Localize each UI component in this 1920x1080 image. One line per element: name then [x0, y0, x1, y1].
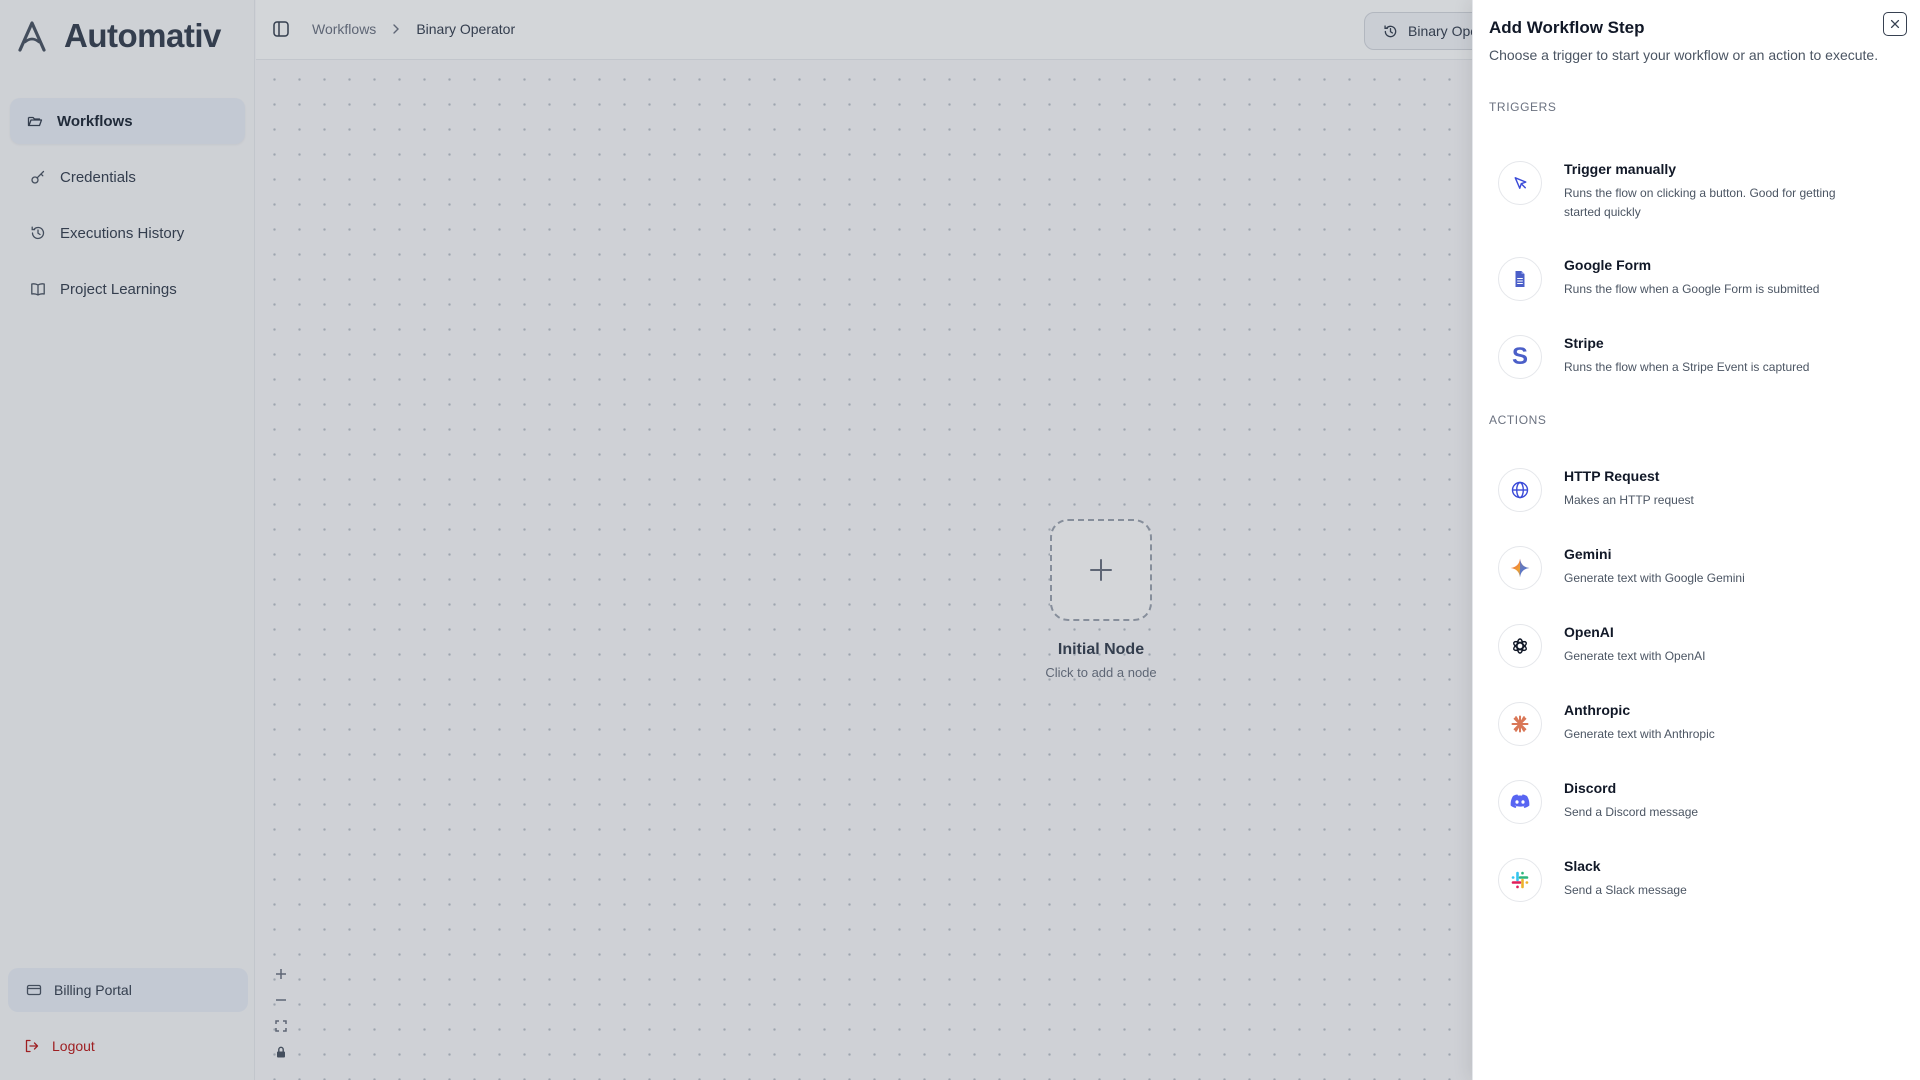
- item-title: HTTP Request: [1564, 468, 1660, 484]
- http-request-item[interactable]: HTTP Request Makes an HTTP request: [1486, 454, 1910, 526]
- discord-icon: [1498, 780, 1542, 824]
- item-description: Generate text with Google Gemini: [1564, 571, 1745, 585]
- anthropic-icon: [1498, 702, 1542, 746]
- item-title: Stripe: [1564, 335, 1604, 351]
- stripe-item[interactable]: S Stripe Runs the flow when a Stripe Eve…: [1486, 321, 1910, 393]
- discord-item[interactable]: Discord Send a Discord message: [1486, 766, 1910, 838]
- item-description: Makes an HTTP request: [1564, 493, 1694, 507]
- anthropic-item[interactable]: Anthropic Generate text with Anthropic: [1486, 688, 1910, 760]
- close-panel-button[interactable]: [1883, 12, 1907, 36]
- panel-title: Add Workflow Step: [1489, 18, 1645, 37]
- actions-list: HTTP Request Makes an HTTP request Gemin…: [1486, 454, 1910, 922]
- openai-icon: [1498, 624, 1542, 668]
- item-description: Runs the flow on clicking a button. Good…: [1564, 186, 1836, 219]
- gemini-icon: [1498, 546, 1542, 590]
- item-description: Runs the flow when a Google Form is subm…: [1564, 282, 1820, 296]
- google-form-item[interactable]: Google Form Runs the flow when a Google …: [1486, 243, 1910, 315]
- slack-icon: [1498, 858, 1542, 902]
- cursor-icon: [1498, 161, 1542, 205]
- item-title: Google Form: [1564, 257, 1652, 273]
- openai-item[interactable]: OpenAI Generate text with OpenAI: [1486, 610, 1910, 682]
- modal-overlay[interactable]: [0, 0, 1472, 1080]
- add-workflow-step-panel: Add Workflow Step Choose a trigger to st…: [1472, 0, 1920, 1080]
- item-description: Generate text with Anthropic: [1564, 727, 1715, 741]
- stripe-icon: S: [1498, 335, 1542, 379]
- item-description: Send a Discord message: [1564, 805, 1699, 819]
- item-title: Trigger manually: [1564, 161, 1677, 177]
- item-title: OpenAI: [1564, 624, 1614, 640]
- trigger-manually-item[interactable]: Trigger manually Runs the flow on clicki…: [1486, 147, 1910, 237]
- actions-heading: ACTIONS: [1489, 413, 1547, 427]
- item-description: Send a Slack message: [1564, 883, 1687, 897]
- google-form-icon: [1498, 257, 1542, 301]
- item-title: Discord: [1564, 780, 1617, 796]
- gemini-item[interactable]: Gemini Generate text with Google Gemini: [1486, 532, 1910, 604]
- close-icon: [1890, 19, 1900, 29]
- item-title: Anthropic: [1564, 702, 1631, 718]
- item-title: Gemini: [1564, 546, 1612, 562]
- slack-item[interactable]: Slack Send a Slack message: [1486, 844, 1910, 916]
- triggers-heading: TRIGGERS: [1489, 100, 1557, 114]
- panel-subtitle: Choose a trigger to start your workflow …: [1489, 47, 1879, 63]
- globe-icon: [1498, 468, 1542, 512]
- item-title: Slack: [1564, 858, 1601, 874]
- triggers-list: Trigger manually Runs the flow on clicki…: [1486, 147, 1910, 399]
- item-description: Runs the flow when a Stripe Event is cap…: [1564, 360, 1810, 374]
- item-description: Generate text with OpenAI: [1564, 649, 1706, 663]
